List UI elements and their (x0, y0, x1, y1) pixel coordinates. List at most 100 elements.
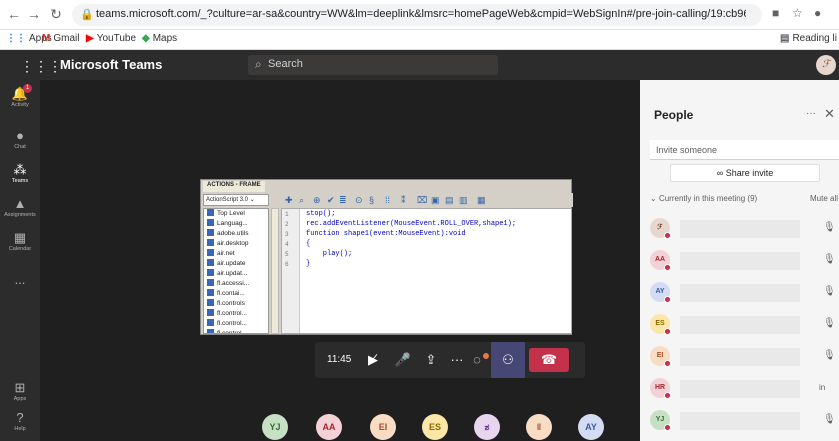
reload-icon[interactable]: ↻ (48, 6, 64, 22)
bookmark-maps[interactable]: ◆ Maps (142, 33, 177, 44)
participant-avatar[interactable]: ǁ (526, 414, 552, 440)
rail-item-chat[interactable]: ● Chat (0, 128, 40, 151)
participant-row[interactable]: EI 🎙 (640, 344, 839, 370)
camera-off-icon[interactable]: ▶̸ (363, 351, 383, 369)
presence-dot (664, 232, 671, 239)
tree-item: fl.control... (204, 309, 268, 319)
browser-toolbar: ← → ↻ 🔒 teams.microsoft.com/_?culture=ar… (0, 0, 839, 30)
code-editor: 1 2 3 4 5 6 stop(); rec.addEventListener(Mouse… (281, 208, 572, 334)
package-icon (207, 249, 214, 256)
presence-dot (664, 424, 671, 431)
tree-item: fl.control... (204, 319, 268, 329)
actionscript-version-select: ActionScript 3.0 ⌄ (203, 194, 269, 206)
participant-row[interactable]: HR in (640, 376, 839, 402)
line-number: 2 (285, 221, 289, 228)
participant-row[interactable]: AA 🎙 (640, 248, 839, 274)
actions-toolbar: ✚ ⌕ ⊕ ✔ ≣ ⊙ § ⁞⁞ ⁑ ⌧ ▣ ▤ ▥ ▦ (281, 193, 573, 207)
rail-item-help[interactable]: ? Help (0, 410, 40, 433)
participant-extra: in (819, 383, 826, 392)
chat-notification-dot (483, 353, 489, 359)
package-icon (207, 239, 214, 246)
line-gutter: 1 2 3 4 5 6 (282, 209, 300, 333)
tree-scrollbar (271, 208, 279, 334)
participant-row[interactable]: YJ 🎙 (640, 408, 839, 434)
more-icon: ... (14, 272, 26, 287)
phone-hangup-icon: ☎ (540, 352, 558, 367)
user-avatar[interactable]: ℱ (816, 55, 836, 75)
chat-toggle-icon[interactable]: ◌ (467, 351, 489, 369)
back-arrow-icon[interactable]: ← (6, 6, 22, 22)
reading-list-icon: ▤ (780, 33, 790, 44)
participant-row[interactable]: ℱ 🎙 (640, 216, 839, 242)
participant-row[interactable]: AY 🎙 (640, 280, 839, 306)
package-icon (207, 309, 214, 316)
bookmark-gmail[interactable]: M Gmail (42, 33, 79, 44)
participant-name-redacted (680, 220, 800, 238)
invite-input[interactable] (650, 140, 839, 160)
mute-all-button[interactable]: Mute all (810, 194, 838, 203)
people-button[interactable]: ⚇ (491, 342, 525, 378)
camera-icon[interactable]: ■ (772, 6, 779, 20)
address-bar[interactable]: 🔒 teams.microsoft.com/_?culture=ar-sa&co… (72, 4, 762, 26)
rail-item-teams[interactable]: ⁂ Teams (0, 162, 40, 185)
star-icon[interactable]: ☆ (792, 6, 803, 20)
add-icon: ✚ (285, 195, 293, 205)
search-box[interactable]: ⌕ (248, 55, 498, 75)
panel-more-icon[interactable]: ··· (806, 108, 816, 119)
code-line: stop(); (306, 210, 336, 218)
apps-icon: ⊞ (14, 380, 26, 395)
hang-up-button[interactable]: ☎ (529, 348, 569, 372)
mic-muted-icon: 🎙 (823, 254, 836, 265)
tree-item: air.updat... (204, 269, 268, 279)
gmail-icon: M (42, 33, 51, 44)
participant-name-redacted (680, 380, 800, 398)
comment-icon: ⁞⁞ (385, 195, 391, 205)
package-icon (207, 259, 214, 266)
line-number: 6 (285, 261, 289, 268)
participant-avatar[interactable]: AA (316, 414, 342, 440)
format-icon: ≣ (339, 195, 347, 205)
panel-close-icon[interactable]: ✕ (824, 106, 835, 122)
forward-arrow-icon[interactable]: → (26, 6, 42, 22)
activity-badge: 1 (23, 84, 32, 93)
expand-icon: ⁑ (401, 195, 406, 205)
participant-avatar[interactable]: AY (578, 414, 604, 440)
search-icon: ⌕ (255, 57, 262, 71)
participant-avatar[interactable]: ES (422, 414, 448, 440)
share-tray-icon[interactable]: ⇪ (421, 351, 441, 369)
package-icon (207, 279, 214, 286)
more-actions-icon[interactable]: ··· (447, 351, 467, 369)
app-launcher-icon[interactable]: ⋮⋮⋮ (20, 58, 62, 75)
rail-item-apps[interactable]: ⊞ Apps (0, 380, 40, 403)
line-number: 1 (285, 211, 289, 218)
search-input[interactable] (268, 58, 488, 70)
participant-name-redacted (680, 316, 800, 334)
tree-item: Languag... (204, 219, 268, 229)
check-icon: ✔ (327, 195, 335, 205)
share-invite-button[interactable]: ∞ Share invite (670, 164, 820, 182)
code-line: { (306, 240, 311, 248)
collapse-icon: § (369, 195, 375, 205)
participant-row[interactable]: ES 🎙 (640, 312, 839, 338)
rail-item-activity[interactable]: 🔔 Activity 1 (0, 84, 40, 109)
help-icon: ? (16, 410, 24, 425)
package-icon (207, 209, 214, 216)
package-icon (207, 269, 214, 276)
profile-icon[interactable]: ● (814, 6, 821, 20)
participant-avatar[interactable]: EI (370, 414, 396, 440)
tree-item: Top Level (204, 209, 268, 219)
bookmark-youtube[interactable]: ▶ YouTube (86, 33, 136, 44)
rail-item-calendar[interactable]: ▦ Calendar (0, 230, 40, 253)
package-icon (207, 219, 214, 226)
url-text[interactable]: teams.microsoft.com/_?culture=ar-sa&coun… (96, 8, 746, 20)
meeting-section-header[interactable]: ⌄ Currently in this meeting (9) (650, 194, 757, 203)
participant-avatar[interactable]: YJ (262, 414, 288, 440)
shared-screen: ACTIONS - FRAME ✚ ⌕ ⊕ ✔ ≣ ⊙ § ⁞⁞ ⁑ ⌧ ▣ ▤… (200, 179, 573, 335)
package-icon (207, 289, 214, 296)
rail-item-more[interactable]: ... (0, 272, 40, 287)
meeting-stage: ACTIONS - FRAME ✚ ⌕ ⊕ ✔ ≣ ⊙ § ⁞⁞ ⁑ ⌧ ▣ ▤… (40, 80, 640, 441)
reading-list[interactable]: ▤ Reading li (780, 33, 837, 44)
rail-item-assignments[interactable]: ▲ Assignments (0, 196, 40, 219)
mic-off-icon[interactable]: 🎤 (393, 351, 413, 369)
participant-avatar[interactable]: ಶ (474, 414, 500, 440)
